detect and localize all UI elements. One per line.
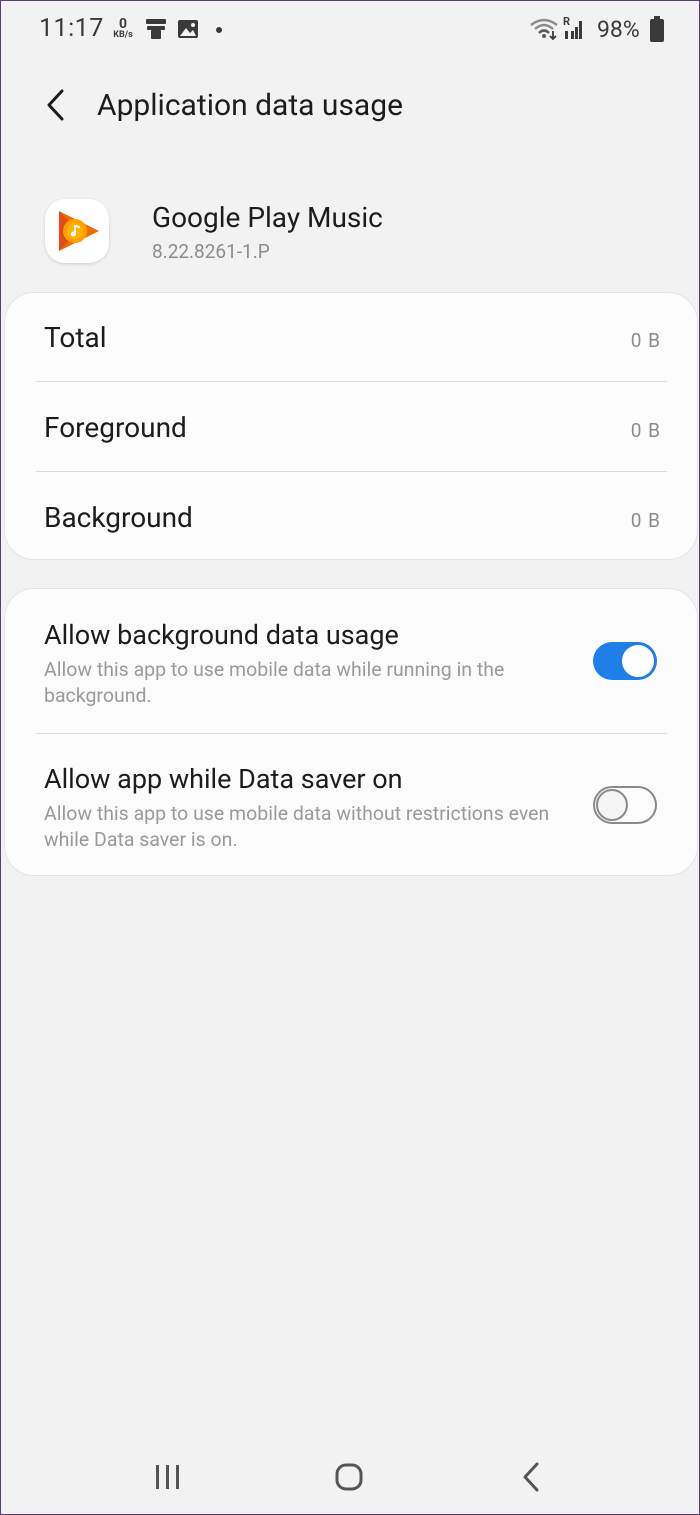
usage-row-foreground: Foreground 0 B	[5, 383, 699, 473]
app-version: 8.22.8261-1.P	[152, 240, 270, 263]
divider	[36, 381, 667, 382]
permissions-card: Allow background data usage Allow this a…	[4, 588, 698, 876]
toggle-knob	[621, 644, 655, 678]
usage-value: 0 B	[630, 509, 661, 532]
back-icon	[523, 1462, 539, 1492]
background-data-toggle[interactable]	[593, 642, 657, 680]
usage-card: Total 0 B Foreground 0 B Background 0 B	[4, 292, 698, 560]
usage-label: Total	[44, 321, 107, 354]
usage-label: Background	[44, 501, 193, 534]
image-icon	[178, 20, 198, 38]
setting-title: Allow background data usage	[44, 619, 399, 651]
recents-icon	[156, 1465, 179, 1489]
status-bar: 11:17 0 KB/s R 98%	[1, 1, 700, 61]
chevron-left-icon	[47, 89, 64, 121]
recents-button[interactable]	[137, 1451, 197, 1501]
app-info: Google Play Music 8.22.8261-1.P	[1, 196, 700, 276]
app-name: Google Play Music	[152, 201, 383, 234]
page-title: Application data usage	[97, 88, 404, 123]
google-play-music-icon	[45, 199, 109, 263]
setting-description: Allow this app to use mobile data while …	[44, 658, 505, 707]
signal-icon	[565, 21, 582, 39]
setting-background-data[interactable]: Allow background data usage Allow this a…	[5, 589, 699, 733]
home-button[interactable]	[319, 1451, 379, 1501]
net-speed-indicator: 0 KB/s	[110, 17, 136, 40]
usage-value: 0 B	[630, 329, 661, 352]
store-icon	[146, 19, 166, 39]
status-time: 11:17	[39, 14, 104, 43]
setting-title: Allow app while Data saver on	[44, 763, 403, 795]
app-bar: Application data usage	[1, 71, 700, 141]
usage-row-background: Background 0 B	[5, 473, 699, 563]
battery-icon	[650, 16, 664, 42]
battery-percent: 98%	[597, 16, 640, 43]
data-saver-toggle[interactable]	[593, 786, 657, 824]
wifi-icon	[530, 18, 558, 41]
usage-row-total: Total 0 B	[5, 293, 699, 383]
setting-description: Allow this app to use mobile data withou…	[44, 802, 550, 851]
home-icon	[335, 1463, 363, 1491]
usage-value: 0 B	[630, 419, 661, 442]
dot-icon	[216, 27, 222, 33]
back-button[interactable]	[37, 85, 77, 125]
net-speed-value: 0	[118, 16, 128, 32]
nav-back-button[interactable]	[501, 1451, 561, 1501]
usage-label: Foreground	[44, 411, 187, 444]
net-speed-unit: KB/s	[113, 30, 133, 40]
toggle-knob	[596, 789, 628, 821]
setting-data-saver[interactable]: Allow app while Data saver on Allow this…	[5, 733, 699, 877]
divider	[36, 471, 667, 472]
navigation-bar	[1, 1431, 700, 1515]
